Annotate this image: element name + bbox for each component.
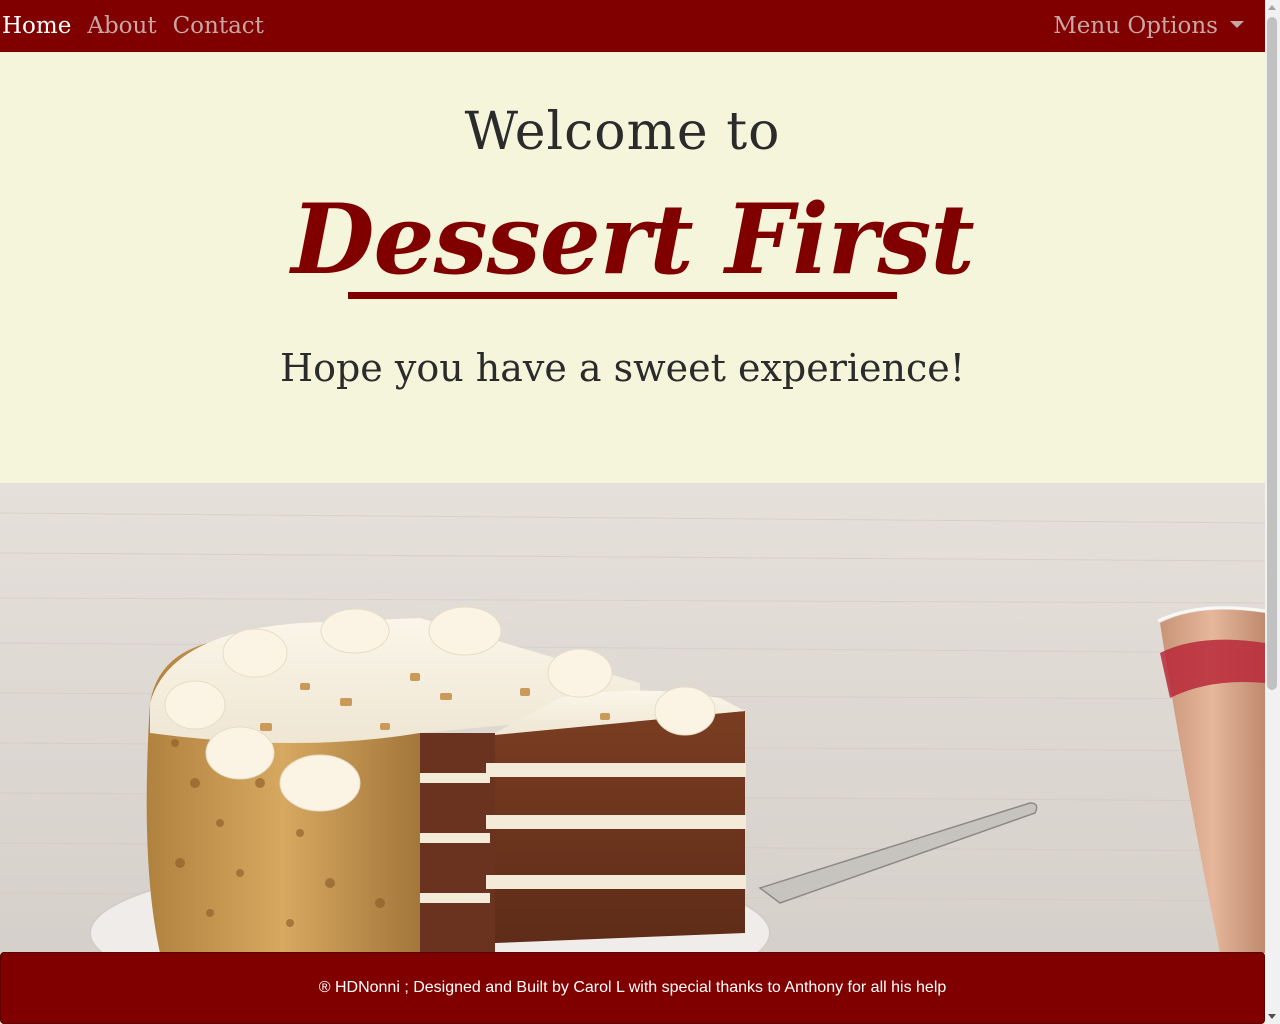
caret-down-icon bbox=[1230, 20, 1244, 28]
scroll-up-arrow-icon[interactable] bbox=[1268, 5, 1276, 10]
carrot-cake-image bbox=[0, 483, 1265, 953]
navbar: Home About Contact Menu Options bbox=[0, 0, 1265, 52]
tagline: Hope you have a sweet experience! bbox=[279, 346, 966, 390]
nav-links: Home About Contact bbox=[2, 0, 264, 52]
menu-options-dropdown[interactable]: Menu Options bbox=[1053, 0, 1244, 52]
footer: ® HDNonni ; Designed and Built by Carol … bbox=[0, 952, 1265, 1024]
nav-link-about[interactable]: About bbox=[87, 14, 156, 38]
brand-underline bbox=[348, 292, 897, 299]
nav-link-home[interactable]: Home bbox=[2, 14, 71, 38]
scroll-thumb[interactable] bbox=[1267, 17, 1277, 690]
page: Home About Contact Menu Options Welcome … bbox=[0, 0, 1265, 1024]
vertical-scrollbar[interactable] bbox=[1265, 0, 1280, 1024]
brand-title: Dessert First bbox=[291, 183, 974, 296]
nav-link-contact[interactable]: Contact bbox=[173, 14, 264, 38]
welcome-heading: Welcome to bbox=[464, 102, 781, 162]
menu-options-label: Menu Options bbox=[1053, 12, 1218, 39]
hero-image bbox=[0, 483, 1265, 953]
footer-credits: ® HDNonni ; Designed and Built by Carol … bbox=[318, 979, 947, 996]
scroll-down-arrow-icon[interactable] bbox=[1268, 1014, 1276, 1019]
hero-section: Welcome to Dessert First Hope you have a… bbox=[0, 52, 1265, 483]
